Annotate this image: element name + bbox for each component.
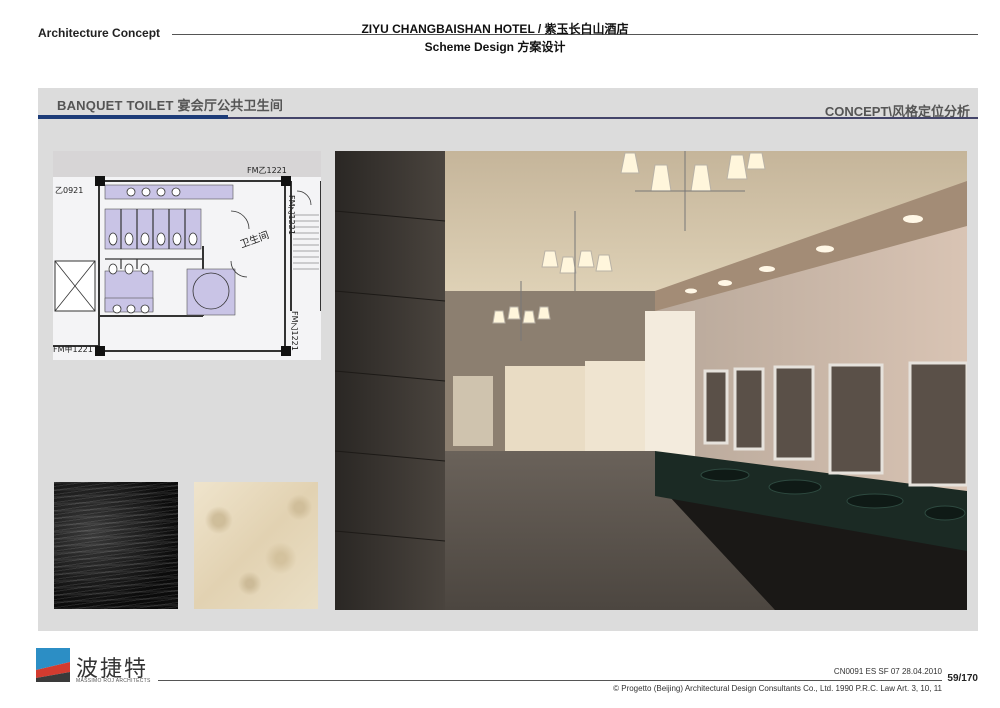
page-subtitle: Scheme Design 方案设计: [424, 40, 566, 54]
beige-marble-swatch: [194, 482, 318, 609]
floor-plan-drawing: [53, 151, 321, 356]
toilet-floor-plan: FM乙1221 乙0921 FM乙1221 FM乙1221 FM甲1221 卫生…: [53, 151, 321, 360]
page-number: 59/170: [947, 673, 978, 684]
interior-rendering: [335, 151, 967, 610]
door-label-left: 乙0921: [55, 186, 84, 195]
door-label-lower-right: FM乙1221: [290, 311, 299, 351]
section-title: BANQUET TOILET 宴会厅公共卫生间: [57, 98, 284, 113]
door-label-right-vertical: FM乙1221: [287, 195, 296, 235]
project-title: ZIYU CHANGBAISHAN HOTEL / 紫玉长白山酒店: [361, 22, 629, 36]
section-accent-bar: [38, 115, 228, 119]
door-label-bottom-left: FM甲1221: [53, 345, 93, 354]
black-marble-swatch: [54, 482, 178, 609]
company-logo-icon: [35, 647, 71, 683]
toilet-interior-image: [335, 151, 967, 610]
logo-english-name: MASSIMO ROJ ARCHITECTS: [76, 678, 151, 684]
copyright-notice: © Progetto (Beijing) Architectural Desig…: [613, 684, 942, 693]
header-left-label: Architecture Concept: [38, 26, 161, 40]
door-label-top-right: FM乙1221: [247, 166, 287, 175]
document-code: CN0091 ES SF 07 28.04.2010: [833, 667, 942, 676]
footer-rule: [158, 680, 942, 681]
